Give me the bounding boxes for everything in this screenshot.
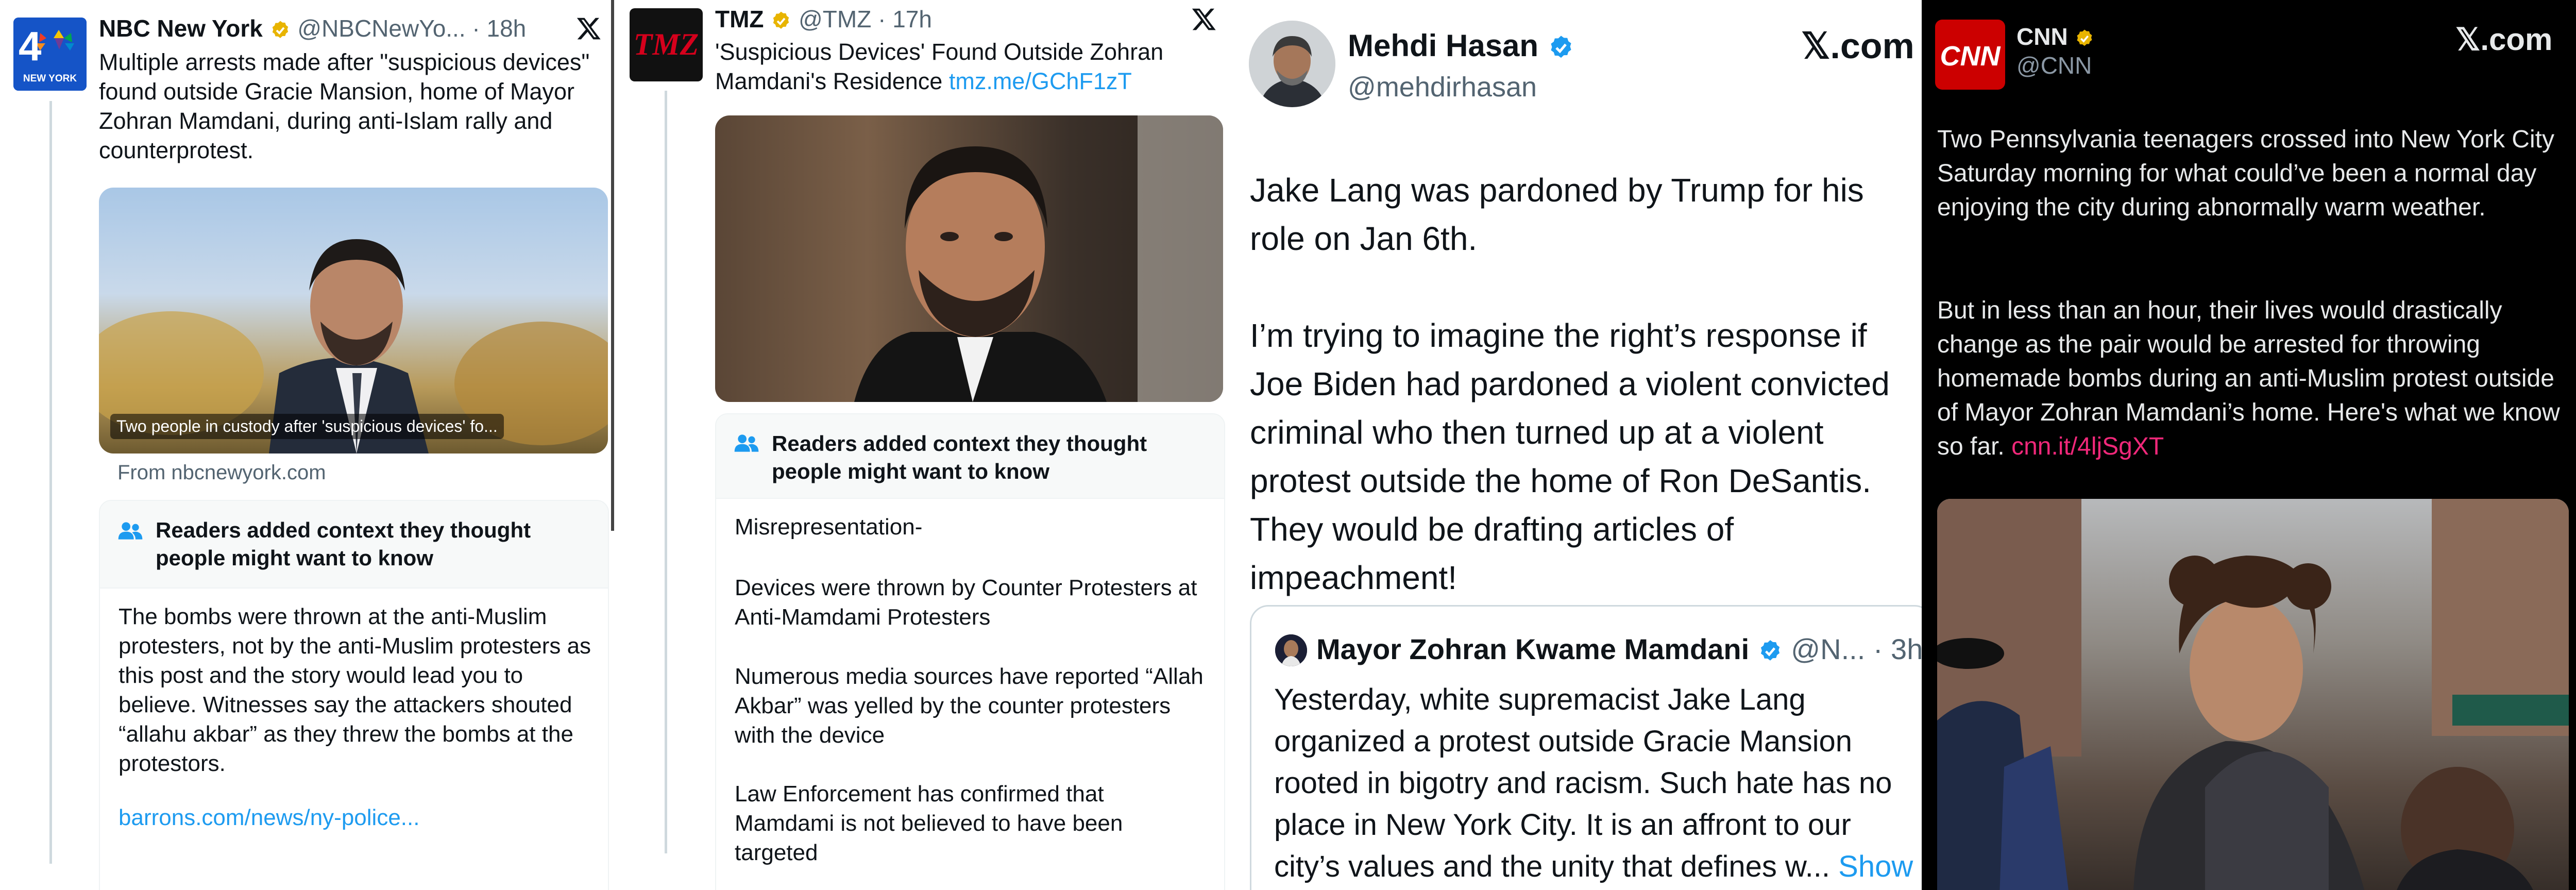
note-header: Readers added context they thought peopl… [716,414,1224,499]
author-handle[interactable]: @mehdirhasan [1348,71,1537,103]
tweet-link[interactable]: cnn.it/4ljSgXT [2011,433,2164,460]
cnn-avatar[interactable]: CNN [1935,20,2005,90]
tweet-header: NBC New York @NBCNewYo... · 18h [99,14,526,42]
note-paragraph-4: Law Enforcement has confirmed that Mamda… [735,781,1123,865]
tmz-avatar[interactable]: TMZ [630,8,703,81]
quote-header: Mayor Zohran Kwame Mamdani @N... · 3h [1316,632,1922,666]
timestamp[interactable]: 18h [487,15,527,42]
tweet-header: Mehdi Hasan [1348,28,1575,63]
tweet-text: 'Suspicious Devices' Found Outside Zohra… [715,37,1225,96]
tweet-panel-mehdi: Mehdi Hasan @mehdirhasan 𝕏.com Jake Lang… [1236,0,1922,890]
verified-gold-icon [773,11,789,29]
tweet-header: CNN [2016,23,2095,51]
nbc-logo-number: 4 [19,23,42,69]
brand-suffix: .com [2480,22,2553,57]
verified-gold-icon [2077,29,2092,46]
note-paragraph-1: Misrepresentation- [735,514,923,540]
cnn-logo: CNN [1940,41,2001,72]
tweet-text-paragraph-1: Jake Lang was pardoned by Trump for his … [1250,172,1864,257]
people-icon [118,522,143,540]
thread-line [665,91,667,853]
separator-dot: · [1873,633,1883,665]
author-handle[interactable]: @NBCNewYo... [297,15,465,42]
person-photo [854,115,1223,402]
x-com-brand: 𝕏.com [1801,25,1914,67]
quote-text: Yesterday, white supremacist Jake Lang o… [1274,679,1918,890]
note-link[interactable]: barrons.com/news/ny-police... [118,805,419,831]
note-header-text: Readers added context they thought peopl… [156,518,531,570]
verified-blue-icon [1760,640,1780,661]
x-logo-icon[interactable] [1191,6,1217,32]
x-com-brand: 𝕏.com [2455,22,2552,58]
tweet-panel-cnn: CNN CNN @CNN 𝕏.com Two Pennsylvania teen… [1922,0,2576,890]
x-logo-icon[interactable]: 𝕏 [2455,22,2480,57]
timestamp[interactable]: 17h [892,6,932,32]
community-note: Readers added context they thought peopl… [99,500,609,890]
tweet-text-paragraph-2: I’m trying to imagine the right’s respon… [1250,317,1890,596]
tweet-panel-tmz: TMZ TMZ @TMZ · 17h 'Suspicious Devices' … [618,0,1236,890]
tweet-header: TMZ @TMZ · 17h [715,5,932,33]
tmz-logo: TMZ [633,27,699,61]
quote-avatar [1275,634,1307,666]
community-note: Readers added context they thought peopl… [715,413,1225,890]
x-logo-icon[interactable] [576,15,602,41]
brand-suffix: .com [1830,26,1914,66]
arrest-photo [1937,499,2569,890]
separator-dot: · [878,6,886,32]
quote-timestamp[interactable]: 3h [1891,633,1922,665]
tweet-text-paragraph-2: But in less than an hour, their lives wo… [1937,294,2571,464]
author-name[interactable]: Mehdi Hasan [1348,28,1538,63]
note-paragraph-3: Numerous media sources have reported “Al… [735,664,1204,748]
tweet-image[interactable] [1937,499,2569,890]
tweet-panel-nbc: 4 NEW YORK NBC New York @NBCNewYo... · 1… [0,0,618,890]
quote-avatar-photo [1275,634,1307,666]
author-handle[interactable]: @TMZ [799,6,871,32]
author-handle[interactable]: @CNN [2016,52,2092,79]
panel-divider [611,0,614,531]
author-name[interactable]: TMZ [715,6,764,32]
link-source[interactable]: From nbcnewyork.com [117,461,326,484]
author-name[interactable]: CNN [2016,23,2068,50]
note-header-text: Readers added context they thought peopl… [772,431,1147,483]
separator-dot: · [472,15,480,42]
author-name[interactable]: NBC New York [99,15,263,42]
mehdi-avatar[interactable] [1249,21,1335,107]
x-logo-icon[interactable]: 𝕏 [1801,26,1830,66]
quote-handle[interactable]: @N... [1791,633,1865,665]
quote-text-body: Yesterday, white supremacist Jake Lang o… [1274,683,1892,883]
verified-blue-icon [1551,36,1571,58]
note-header: Readers added context they thought peopl… [100,501,608,589]
tweet-image[interactable] [715,115,1223,402]
tweet-text: Multiple arrests made after "suspicious … [99,49,590,163]
tweet-text-paragraph-1: Two Pennsylvania teenagers crossed into … [1937,126,2554,221]
image-caption: Two people in custody after 'suspicious … [110,414,504,439]
avatar-photo [1249,21,1335,107]
nbc-logo-text: NEW YORK [23,73,77,84]
quote-tweet[interactable]: Mayor Zohran Kwame Mamdani @N... · 3h Ye… [1250,605,1922,890]
note-body: The bombs were thrown at the anti-Muslim… [118,604,591,776]
tweet-link[interactable]: tmz.me/GChF1zT [949,68,1132,94]
thread-line [49,101,52,864]
tweet-image[interactable]: Two people in custody after 'suspicious … [99,188,608,454]
nbc-avatar[interactable]: 4 NEW YORK [13,18,87,91]
quote-author-name[interactable]: Mayor Zohran Kwame Mamdani [1316,633,1749,665]
people-icon [734,434,759,452]
note-paragraph-2: Devices were thrown by Counter Protester… [735,575,1197,630]
verified-gold-icon [272,21,288,38]
